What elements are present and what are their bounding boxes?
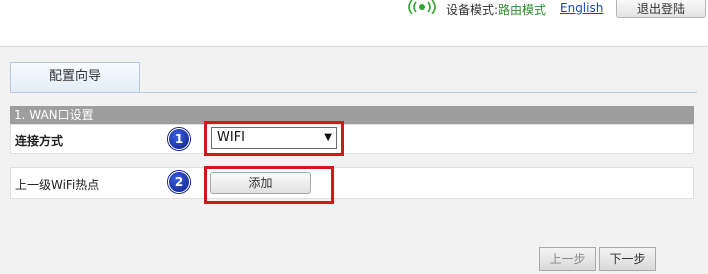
tab-config-wizard[interactable]: 配置向导	[10, 62, 140, 92]
prev-step-button[interactable]: 上一步	[539, 247, 596, 271]
header-strip	[0, 22, 708, 47]
connection-type-row: 连接方式	[10, 124, 694, 154]
upper-wifi-label: 上一级WiFi热点	[15, 178, 100, 192]
next-step-button[interactable]: 下一步	[599, 247, 656, 271]
wifi-signal-icon	[408, 0, 436, 14]
device-mode-label: 设备模式:	[446, 3, 499, 17]
device-mode: 设备模式:路由模式	[446, 1, 546, 18]
tab-divider	[10, 92, 697, 93]
device-mode-value: 路由模式	[498, 3, 547, 17]
step-badge-2: 2	[168, 171, 190, 193]
section-header-wan: 1. WAN口设置	[10, 106, 694, 124]
connection-type-label: 连接方式	[15, 134, 64, 148]
step-badge-1: 1	[168, 128, 190, 150]
logout-button[interactable]: 退出登陆	[616, 0, 706, 18]
highlight-box-1	[204, 121, 344, 156]
language-link[interactable]: English	[560, 1, 603, 15]
highlight-box-2	[204, 166, 334, 204]
upper-wifi-row: 上一级WiFi热点	[10, 167, 694, 199]
